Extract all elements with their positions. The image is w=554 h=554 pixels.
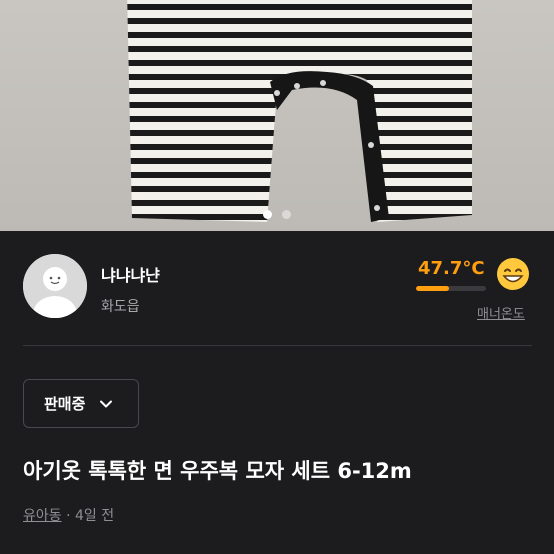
manner-temperature-link[interactable]: 매너온도 bbox=[477, 303, 525, 322]
posted-time: 4일 전 bbox=[75, 508, 115, 524]
carousel-dot-active[interactable] bbox=[263, 210, 272, 219]
sale-status-label: 판매중 bbox=[44, 395, 86, 413]
product-title: 아기옷 톡톡한 면 우주복 모자 세트 6-12m bbox=[23, 459, 412, 483]
meta-separator: · bbox=[61, 508, 75, 524]
sale-status-dropdown[interactable]: 판매중 bbox=[23, 379, 139, 428]
seller-nickname[interactable]: 냐냐냐냔 bbox=[101, 262, 160, 286]
divider bbox=[23, 345, 532, 346]
manner-temperature-bar bbox=[416, 286, 486, 291]
seller-location: 화도읍 bbox=[101, 299, 140, 315]
seller-avatar[interactable] bbox=[23, 254, 87, 318]
chevron-down-icon bbox=[100, 400, 113, 407]
product-category-link[interactable]: 유아동 bbox=[23, 508, 62, 524]
default-profile-icon bbox=[23, 254, 87, 318]
striped-romper-image bbox=[127, 0, 472, 222]
smile-face-icon bbox=[497, 258, 529, 290]
manner-temperature-bar-fill bbox=[416, 286, 450, 291]
manner-temperature: 47.7°C bbox=[418, 258, 485, 279]
carousel-dot[interactable] bbox=[282, 210, 291, 219]
product-meta: 유아동 · 4일 전 bbox=[23, 505, 114, 525]
carousel-indicator bbox=[0, 204, 554, 223]
product-photo[interactable] bbox=[0, 0, 554, 231]
